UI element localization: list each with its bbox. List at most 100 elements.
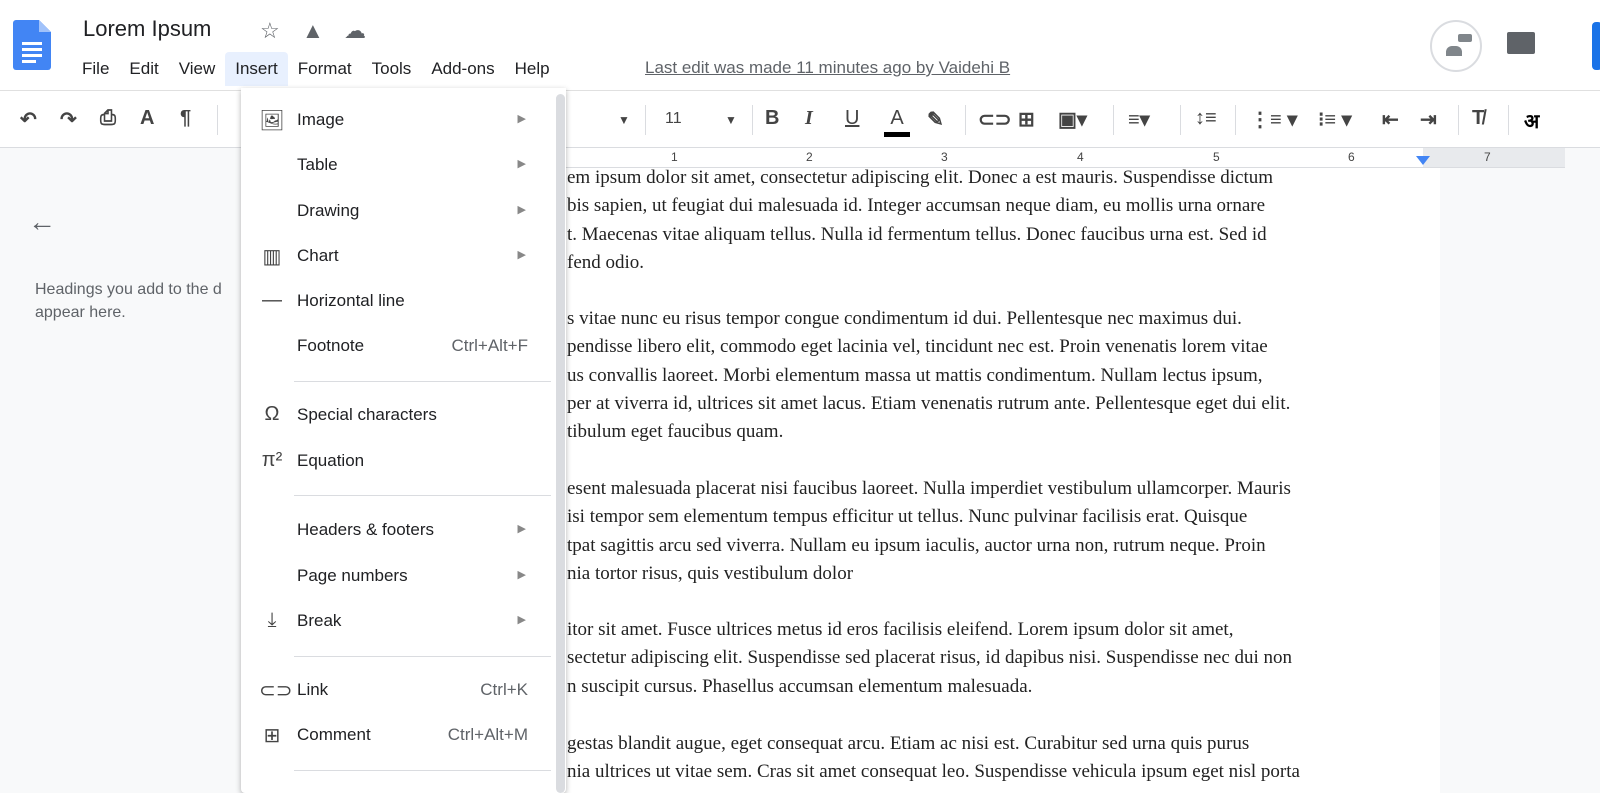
print-icon[interactable]: ⎙ [100, 107, 116, 130]
align-icon[interactable]: ≡▾ [1128, 107, 1150, 132]
text-line: isi tempor sem elementum tempus efficitu… [567, 506, 1248, 528]
move-to-drive-icon[interactable]: ▲ [302, 18, 324, 44]
menu-bar: File Edit View Insert Format Tools Add-o… [72, 52, 560, 86]
shortcut-label: Ctrl+Alt+F [451, 336, 528, 355]
decrease-indent-icon[interactable]: ⇤ [1382, 107, 1399, 132]
menu-item-break[interactable]: ⤓ Break ▶ [241, 601, 556, 641]
menu-item-equation[interactable]: π² Equation [241, 441, 556, 481]
menu-item-label: Footnote [297, 336, 365, 355]
bold-icon[interactable]: B [765, 107, 779, 130]
menu-item-label: Special characters [297, 405, 437, 424]
redo-icon[interactable]: ↷ [60, 107, 77, 132]
menu-item-label: Page numbers [297, 566, 408, 585]
menu-divider [294, 381, 551, 382]
paint-format-icon[interactable]: ¶ [180, 107, 191, 130]
insert-link-icon[interactable]: ⊂⊃ [978, 107, 1012, 132]
numbered-list-icon[interactable]: ⋮≡ ▾ [1250, 107, 1297, 132]
underline-icon[interactable]: U [845, 107, 859, 130]
paragraph[interactable]: gestas blandit augue, eget consequat arc… [567, 730, 1300, 787]
input-tools-icon[interactable]: अ [1524, 107, 1539, 134]
undo-icon[interactable]: ↶ [20, 107, 37, 132]
menu-item-headers-footers[interactable]: Headers & footers ▶ [241, 510, 556, 550]
menu-item-image[interactable]: 🖼 Image ▶ [241, 100, 556, 140]
break-icon: ⤓ [267, 609, 277, 631]
font-size-arrow-icon[interactable]: ▼ [725, 113, 737, 127]
back-arrow-icon[interactable]: ← [28, 206, 56, 238]
text-line: per at viverra id, ultrices sit amet lac… [567, 392, 1291, 414]
menu-tools[interactable]: Tools [362, 52, 422, 86]
menu-item-horizontal-line[interactable]: — Horizontal line [241, 281, 556, 321]
menu-item-table[interactable]: Table ▶ [241, 145, 556, 185]
document-title[interactable]: Lorem Ipsum [83, 16, 211, 42]
menu-item-drawing[interactable]: Drawing ▶ [241, 191, 556, 231]
font-dropdown-arrow-icon[interactable]: ▼ [618, 113, 630, 127]
comment-icon: ⊞ [263, 725, 281, 747]
ruler-mark: 7 [1484, 150, 1491, 164]
text-line: sectetur adipiscing elit. Suspendisse se… [567, 647, 1293, 669]
share-button[interactable] [1592, 22, 1600, 70]
menu-help[interactable]: Help [505, 52, 560, 86]
menu-item-label: Table [297, 155, 338, 174]
paragraph[interactable]: s vitae nunc eu risus tempor congue cond… [567, 305, 1290, 446]
insert-menu: 🖼 Image ▶ Table ▶ Drawing ▶ ▥ Chart ▶ — Horizontal … [241, 88, 566, 793]
star-icon[interactable]: ☆ [260, 18, 280, 44]
shortcut-label: Ctrl+K [480, 680, 528, 699]
italic-icon[interactable]: I [805, 107, 813, 130]
increase-indent-icon[interactable]: ⇥ [1420, 107, 1437, 132]
comments-icon[interactable] [1507, 32, 1535, 54]
text-line: fend odio. [567, 251, 645, 273]
menu-item-page-numbers[interactable]: Page numbers ▶ [241, 556, 556, 596]
ruler-mark: 1 [671, 150, 678, 164]
pi-icon: π² [261, 449, 283, 471]
menu-insert[interactable]: Insert [225, 52, 288, 86]
omega-icon: Ω [264, 403, 280, 425]
highlight-icon[interactable]: ✎ [927, 107, 944, 132]
last-edit-link[interactable]: Last edit was made 11 minutes ago by Vai… [645, 58, 1010, 78]
clear-formatting-icon[interactable]: T̸ [1472, 107, 1484, 130]
title-bar: Lorem Ipsum ☆ ▲ ☁ File Edit View Insert … [0, 0, 1600, 90]
text-color-icon[interactable]: A [884, 107, 910, 137]
bulleted-list-icon[interactable]: ⁝≡ ▾ [1318, 107, 1352, 132]
menu-item-label: Drawing [297, 201, 360, 220]
spellcheck-icon[interactable]: A [140, 107, 154, 130]
horizontal-line-icon: — [262, 289, 282, 311]
link-icon: ⊂⊃ [259, 680, 293, 702]
ruler-mark: 3 [941, 150, 948, 164]
menu-item-label: Horizontal line [297, 291, 405, 310]
submenu-arrow-icon: ▶ [517, 113, 526, 125]
text-line: tibulum eget faucibus quam. [567, 421, 784, 443]
menu-item-chart[interactable]: ▥ Chart ▶ [241, 236, 556, 276]
insert-image-icon[interactable]: ▣▾ [1058, 107, 1087, 132]
menu-item-comment[interactable]: ⊞ Comment Ctrl+Alt+M [241, 715, 556, 755]
menu-file[interactable]: File [72, 52, 119, 86]
font-size-field[interactable]: 11 [665, 110, 682, 128]
paragraph[interactable]: em ipsum dolor sit amet, consectetur adi… [567, 164, 1273, 277]
menu-format[interactable]: Format [288, 52, 362, 86]
right-indent-marker[interactable] [1416, 156, 1430, 165]
menu-scrollbar[interactable] [556, 94, 565, 793]
shortcut-label: Ctrl+Alt+M [447, 725, 528, 744]
line-spacing-icon[interactable]: ↕≡ [1195, 107, 1217, 130]
text-line: esent malesuada placerat nisi faucibus l… [567, 478, 1291, 499]
ruler-mark: 4 [1077, 150, 1084, 164]
add-comment-icon[interactable]: ⊞ [1018, 107, 1035, 132]
text-line: nia ultrices ut vitae sem. Cras sit amet… [567, 761, 1300, 783]
toolbar: ↶ ↷ ⎙ A ¶ ▼ 11 ▼ B I U A ✎ ⊂⊃ ⊞ ▣▾ ≡▾ ↕≡… [0, 90, 1600, 148]
menu-edit[interactable]: Edit [119, 52, 168, 86]
outline-hint: Headings you add to the d appear here. [35, 281, 222, 321]
paragraph[interactable]: itor sit amet. Fusce ultrices metus id e… [567, 616, 1292, 701]
menu-item-label: Link [297, 680, 329, 699]
paragraph[interactable]: esent malesuada placerat nisi faucibus l… [567, 475, 1291, 588]
menu-item-label: Break [297, 611, 342, 630]
text-line: nia tortor risus, quis vestibulum dolor [567, 562, 854, 584]
menu-item-link[interactable]: ⊂⊃ Link Ctrl+K [241, 670, 556, 710]
cloud-saved-icon[interactable]: ☁ [344, 18, 366, 44]
submenu-arrow-icon: ▶ [517, 204, 526, 216]
chart-icon: ▥ [262, 246, 282, 268]
menu-item-special-characters[interactable]: Ω Special characters [241, 395, 556, 435]
menu-item-footnote[interactable]: Footnote Ctrl+Alt+F [241, 326, 556, 366]
menu-view[interactable]: View [169, 52, 226, 86]
docs-logo-icon[interactable] [13, 20, 51, 70]
meet-present-icon[interactable] [1430, 20, 1482, 72]
menu-addons[interactable]: Add-ons [421, 52, 504, 86]
